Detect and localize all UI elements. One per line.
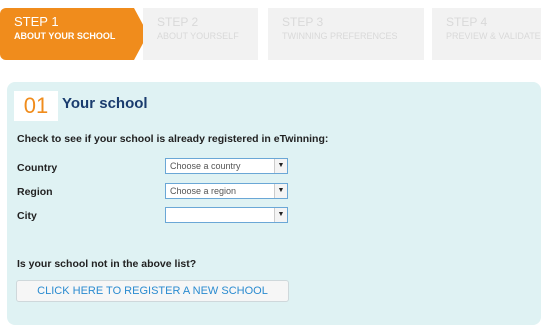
country-select-value: Choose a country: [170, 161, 241, 171]
region-select-value: Choose a region: [170, 186, 237, 196]
step-4[interactable]: STEP 4 PREVIEW & VALIDATE: [432, 8, 541, 60]
step-1-number: STEP 1: [14, 14, 59, 29]
step-3[interactable]: STEP 3 TWINNING PREFERENCES: [268, 8, 424, 60]
chevron-down-icon[interactable]: ▼: [274, 159, 287, 173]
section-number-badge: 01: [14, 91, 58, 121]
step-1[interactable]: STEP 1 ABOUT YOUR SCHOOL: [0, 8, 134, 60]
step-4-label: PREVIEW & VALIDATE: [446, 31, 541, 41]
step-2-label: ABOUT YOURSELF: [157, 31, 239, 41]
step-2[interactable]: STEP 2 ABOUT YOURSELF: [143, 8, 258, 60]
step-4-number: STEP 4: [446, 15, 488, 29]
section-title: Your school: [62, 95, 148, 112]
region-select[interactable]: Choose a region ▼: [165, 183, 288, 199]
step-3-label: TWINNING PREFERENCES: [282, 31, 398, 41]
step-3-number: STEP 3: [282, 15, 324, 29]
city-select[interactable]: ▼: [165, 207, 288, 223]
section-intro: Check to see if your school is already r…: [17, 133, 329, 145]
chevron-down-icon[interactable]: ▼: [274, 208, 287, 222]
not-listed-question: Is your school not in the above list?: [17, 258, 197, 270]
register-new-school-button[interactable]: CLICK HERE TO REGISTER A NEW SCHOOL: [16, 280, 289, 302]
step-2-number: STEP 2: [157, 15, 199, 29]
region-label: Region: [17, 186, 53, 198]
country-select[interactable]: Choose a country ▼: [165, 158, 288, 174]
chevron-down-icon[interactable]: ▼: [274, 184, 287, 198]
school-panel: 01 Your school Check to see if your scho…: [7, 82, 541, 325]
steps-bar: STEP 1 ABOUT YOUR SCHOOL STEP 2 ABOUT YO…: [0, 8, 541, 60]
city-label: City: [17, 210, 37, 222]
step-2-arrow: [258, 8, 268, 60]
country-label: Country: [17, 162, 58, 174]
step-1-label: ABOUT YOUR SCHOOL: [14, 31, 116, 41]
